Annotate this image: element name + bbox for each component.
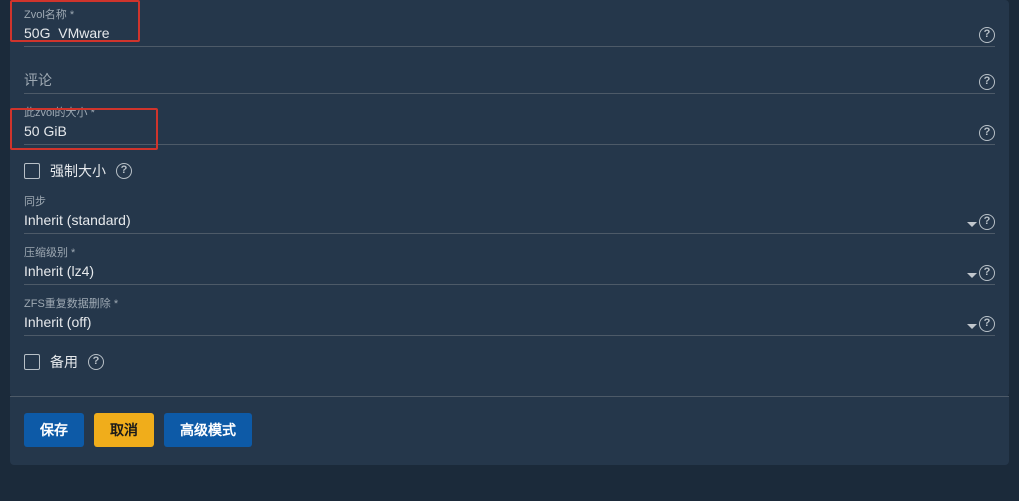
form-actions: 保存 取消 高级模式 [10,397,1009,465]
sparse-label: 备用 [50,352,78,372]
zvol-name-input[interactable]: 50G_VMware [24,22,995,46]
help-icon[interactable]: ? [979,211,997,229]
chevron-down-icon [967,273,977,278]
compression-field[interactable]: 压缩级别 * Inherit (lz4) ? [24,242,995,285]
cancel-button[interactable]: 取消 [94,413,154,447]
comment-input[interactable]: 评论 [24,69,995,93]
dedup-label: ZFS重复数据删除 * [24,297,995,311]
help-icon[interactable]: ? [979,122,997,140]
size-input[interactable]: 50 GiB [24,120,995,144]
save-button[interactable]: 保存 [24,413,84,447]
help-icon[interactable]: ? [979,71,997,89]
help-icon[interactable]: ? [88,354,104,370]
help-icon[interactable]: ? [979,313,997,331]
chevron-down-icon [967,222,977,227]
zvol-form-card: Zvol名称 * 50G_VMware ? 评论 ? 此zvol的大小 * 50… [10,0,1009,397]
force-size-label: 强制大小 [50,161,106,181]
compression-select[interactable]: Inherit (lz4) [24,260,995,284]
help-icon[interactable]: ? [979,24,997,42]
zvol-name-label: Zvol名称 * [24,8,995,22]
sync-label: 同步 [24,195,995,209]
help-icon[interactable]: ? [116,163,132,179]
size-field[interactable]: 此zvol的大小 * 50 GiB ? [24,102,995,145]
sparse-checkbox[interactable] [24,354,40,370]
compression-label: 压缩级别 * [24,246,995,260]
size-label: 此zvol的大小 * [24,106,995,120]
chevron-down-icon [967,324,977,329]
help-icon[interactable]: ? [979,262,997,280]
dedup-field[interactable]: ZFS重复数据删除 * Inherit (off) ? [24,293,995,336]
dedup-select[interactable]: Inherit (off) [24,311,995,335]
sync-select[interactable]: Inherit (standard) [24,209,995,233]
force-size-row[interactable]: 强制大小 ? [24,153,995,191]
advanced-mode-button[interactable]: 高级模式 [164,413,252,447]
comment-field[interactable]: 评论 ? [24,55,995,94]
zvol-name-field[interactable]: Zvol名称 * 50G_VMware ? [24,4,995,47]
sync-field[interactable]: 同步 Inherit (standard) ? [24,191,995,234]
sparse-row[interactable]: 备用 ? [24,344,995,390]
force-size-checkbox[interactable] [24,163,40,179]
